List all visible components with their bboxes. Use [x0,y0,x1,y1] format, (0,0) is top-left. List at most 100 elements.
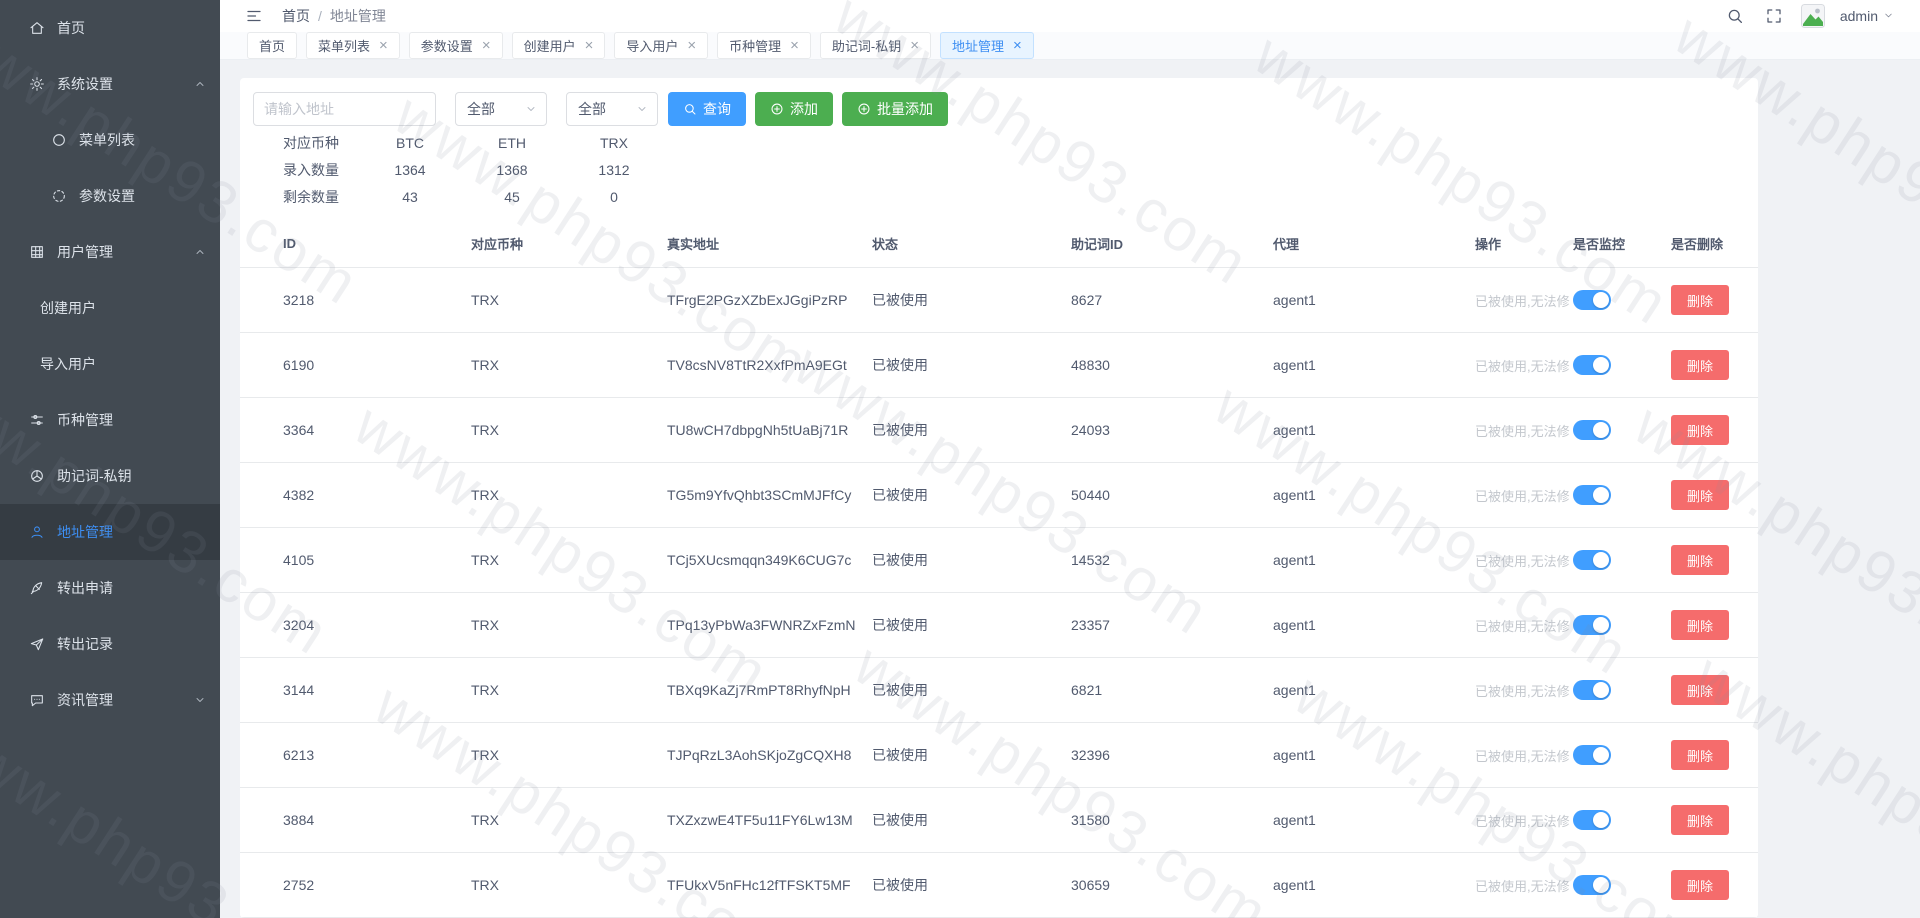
delete-button[interactable]: 删除 [1671,285,1729,315]
sidebar-item-user-management[interactable]: 用户管理 [0,224,220,280]
delete-button[interactable]: 删除 [1671,545,1729,575]
cell-agent: agent1 [1273,682,1316,698]
monitor-toggle[interactable] [1573,745,1611,765]
cell-address: TJPqRzL3AohSKjoZgCQXH8 [667,747,852,763]
cell-delete: 删除 [1671,870,1758,900]
cell-agent: agent1 [1273,357,1316,373]
cell-coin: TRX [471,682,499,698]
cell-delete: 删除 [1671,805,1758,835]
close-icon[interactable]: × [910,38,919,53]
cell-status: 已被使用 [872,747,928,763]
delete-button[interactable]: 删除 [1671,870,1729,900]
monitor-toggle[interactable] [1573,485,1611,505]
delete-button[interactable]: 删除 [1671,350,1729,380]
sidebar-item-label: 系统设置 [57,76,113,92]
circle-icon [50,131,68,149]
search-icon[interactable] [1723,4,1747,28]
sidebar-item-transfer-request[interactable]: 转出申请 [0,560,220,616]
cell-id: 3884 [283,812,315,828]
cell-mnemonic-id: 23357 [1071,617,1110,633]
cell-delete: 删除 [1671,285,1758,315]
monitor-toggle[interactable] [1573,290,1611,310]
close-icon[interactable]: × [482,38,491,53]
monitor-toggle[interactable] [1573,680,1611,700]
monitor-toggle[interactable] [1573,355,1611,375]
sidebar-item-label: 转出申请 [57,580,113,596]
monitor-toggle[interactable] [1573,615,1611,635]
sidebar-item-create-user[interactable]: 创建用户 [0,280,220,336]
close-icon[interactable]: × [687,38,696,53]
delete-button[interactable]: 删除 [1671,610,1729,640]
search-button[interactable]: 查询 [668,92,746,126]
tab-param-settings[interactable]: 参数设置 × [408,31,503,59]
cell-coin: TRX [471,877,499,893]
close-icon[interactable]: × [790,38,799,53]
tabstrip: 首页 菜单列表 × 参数设置 × 创建用户 × 导入用户 × 币种管理 × 助记词-私钥 ×… [220,31,1920,60]
cell-monitor [1573,875,1671,895]
cell-address: TPq13yPbWa3FWNRZxFzmN [667,617,856,633]
cell-monitor [1573,290,1671,310]
close-icon[interactable]: × [1013,38,1022,53]
table-row: 6190 TRX TV8csNV8TtR2XxfPmA9EGt 已被使用 488… [240,333,1758,398]
user-menu[interactable]: admin [1840,8,1894,24]
sidebar-item-coin-management[interactable]: 币种管理 [0,392,220,448]
tab-create-user[interactable]: 创建用户 × [511,31,606,59]
delete-button[interactable]: 删除 [1671,805,1729,835]
sidebar-item-system-settings[interactable]: 系统设置 [0,56,220,112]
monitor-toggle[interactable] [1573,550,1611,570]
cell-id: 3364 [283,422,315,438]
avatar[interactable] [1800,3,1825,28]
address-card: 全部 全部 查询 添加 [240,78,1758,918]
toggle-knob [1593,422,1609,438]
sidebar-item-transfer-records[interactable]: 转出记录 [0,616,220,672]
close-icon[interactable]: × [585,38,594,53]
delete-button[interactable]: 删除 [1671,675,1729,705]
sidebar-item-label: 导入用户 [40,356,96,372]
cell-status: 已被使用 [872,487,928,503]
cell-agent: agent1 [1273,747,1316,763]
sidebar-item-menu-list[interactable]: 菜单列表 [0,112,220,168]
coin-select[interactable]: 全部 [455,92,547,126]
cell-monitor [1573,355,1671,375]
cell-monitor [1573,485,1671,505]
cell-id: 6190 [283,357,315,373]
fullscreen-icon[interactable] [1762,4,1786,28]
sidebar-item-home[interactable]: 首页 [0,0,220,56]
close-icon[interactable]: × [379,38,388,53]
sidebar-item-news-management[interactable]: 资讯管理 [0,672,220,728]
delete-button[interactable]: 删除 [1671,740,1729,770]
tab-coin-management[interactable]: 币种管理 × [717,31,811,59]
add-button[interactable]: 添加 [755,92,833,126]
monitor-toggle[interactable] [1573,810,1611,830]
status-select[interactable]: 全部 [566,92,658,126]
plus-circle-icon [858,103,870,115]
cell-coin: TRX [471,617,499,633]
delete-button[interactable]: 删除 [1671,480,1729,510]
operation-note: 已被使用,无法修 [1475,423,1570,439]
address-search-input[interactable] [253,92,436,126]
app-layout: 首页 系统设置 菜单列表 参数设置 用户管理 创建用户 导入用户 币种管理 助记… [0,0,1920,918]
sidebar-item-address-management[interactable]: 地址管理 [0,504,220,560]
tab-address-management[interactable]: 地址管理 × [940,31,1034,59]
tab-mnemonic-key[interactable]: 助记词-私钥 × [819,31,932,59]
cell-operation: 已被使用,无法修 [1475,876,1573,895]
sidebar-item-import-user[interactable]: 导入用户 [0,336,220,392]
main-area: 首页 / 地址管理 admin 首页 菜单列表 × 参数设置 × 创建用户 × 导 [220,0,1920,918]
monitor-toggle[interactable] [1573,875,1611,895]
breadcrumb-home[interactable]: 首页 [282,6,310,26]
tab-import-user[interactable]: 导入用户 × [614,31,709,59]
delete-button[interactable]: 删除 [1671,415,1729,445]
monitor-toggle[interactable] [1573,420,1611,440]
cell-address: TFrgE2PGzXZbExJGgiPzRP [667,292,848,308]
cell-agent: agent1 [1273,552,1316,568]
sidebar-item-param-settings[interactable]: 参数设置 [0,168,220,224]
tab-home[interactable]: 首页 [247,31,298,59]
operation-note: 已被使用,无法修 [1475,488,1570,504]
table-row: 6213 TRX TJPqRzL3AohSKjoZgCQXH8 已被使用 323… [240,723,1758,788]
sidebar-item-label: 菜单列表 [79,132,135,148]
breadcrumb: 首页 / 地址管理 [282,6,386,26]
sidebar-item-mnemonic-key[interactable]: 助记词-私钥 [0,448,220,504]
batch-add-button[interactable]: 批量添加 [842,92,948,126]
menu-collapse-icon[interactable] [242,4,266,28]
tab-menu-list[interactable]: 菜单列表 × [306,31,400,59]
